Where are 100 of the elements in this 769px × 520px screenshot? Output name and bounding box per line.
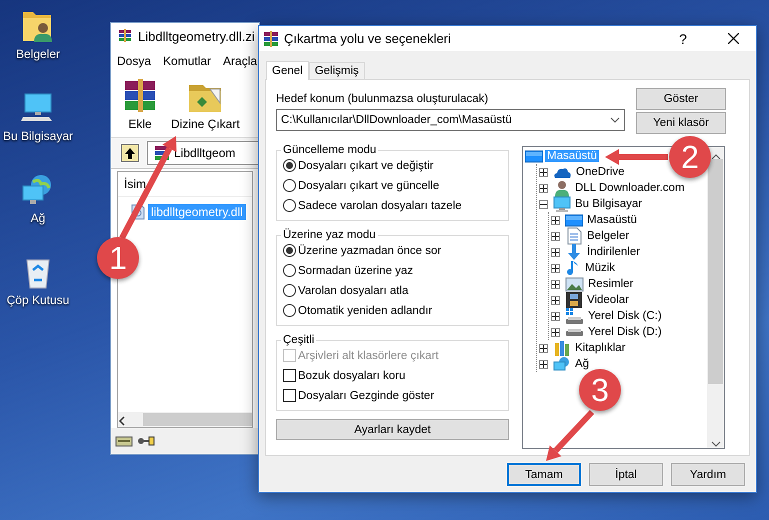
key-lock-icon xyxy=(137,434,155,448)
tree-item[interactable]: Müzik xyxy=(583,262,618,274)
checkbox-option[interactable]: Bozuk dosyaları koru xyxy=(283,367,502,384)
document-icon xyxy=(565,227,583,245)
film-icon xyxy=(565,291,583,309)
path-field[interactable]: Libdlltgeom xyxy=(147,141,259,165)
tree-item[interactable]: Ağ xyxy=(573,358,592,370)
expand-toggle[interactable] xyxy=(539,184,548,192)
tree-item[interactable]: Yerel Disk (C:) xyxy=(586,310,664,322)
up-arrow-icon xyxy=(124,146,136,160)
image-icon xyxy=(565,276,584,292)
plus-icon xyxy=(540,360,547,368)
archive-icon xyxy=(117,29,133,43)
scrollbar-thumb[interactable] xyxy=(143,413,252,426)
tab[interactable]: Gelişmiş xyxy=(308,62,365,79)
radio-option[interactable]: Dosyaları çıkart ve güncelle xyxy=(283,177,502,194)
desktop-icon-label[interactable]: Belgeler xyxy=(16,47,60,61)
close-icon xyxy=(728,33,738,44)
toolbar-button[interactable]: Dizine Çıkart xyxy=(171,79,240,137)
menu-item[interactable]: Komutlar xyxy=(163,54,212,68)
tree-item[interactable]: Yerel Disk (D:) xyxy=(586,326,664,338)
desktop-icon-label[interactable]: Çöp Kutusu xyxy=(6,293,70,307)
radio-option[interactable]: Varolan dosyaları atla xyxy=(283,282,502,299)
help-button[interactable]: ? xyxy=(661,26,705,51)
scrollbar-thumb[interactable] xyxy=(708,159,723,384)
expand-toggle[interactable] xyxy=(539,168,548,176)
dialog-button[interactable]: Tamam xyxy=(507,463,581,486)
drive-icon xyxy=(115,434,133,448)
plus-icon xyxy=(552,216,559,224)
plus-icon xyxy=(552,264,559,272)
plus-icon xyxy=(552,280,559,288)
checkbox[interactable] xyxy=(283,369,296,382)
archive-icon xyxy=(263,30,279,46)
tree-item[interactable]: Bu Bilgisayar xyxy=(573,198,644,210)
radio-option[interactable]: Dosyaları çıkart ve değiştir xyxy=(283,157,502,174)
tab[interactable]: Genel xyxy=(266,61,309,80)
side-button[interactable]: Yeni klasör xyxy=(636,112,726,134)
plus-icon xyxy=(540,168,547,176)
radio-option[interactable]: Üzerine yazmadan önce sor xyxy=(283,242,502,259)
callout-arrow xyxy=(605,149,668,165)
plus-icon xyxy=(552,312,559,320)
books-icon xyxy=(553,340,571,356)
field-label: Hedef konum (bulunmazsa oluşturulacak) xyxy=(276,93,490,105)
dialog-button[interactable]: Yardım xyxy=(671,463,745,486)
side-button[interactable]: Göster xyxy=(636,88,726,110)
expand-toggle[interactable] xyxy=(551,232,560,240)
user-icon xyxy=(553,180,571,196)
group-title: Üzerine yaz modu xyxy=(282,229,377,241)
radio-option[interactable]: Sormadan üzerine yaz xyxy=(283,262,502,279)
radio-option[interactable]: Otomatik yeniden adlandır xyxy=(283,302,502,319)
expand-toggle[interactable] xyxy=(551,264,560,272)
plus-icon xyxy=(540,184,547,192)
step-badge: 1 xyxy=(97,237,139,279)
radio-circle[interactable] xyxy=(283,159,296,172)
download-icon xyxy=(565,244,583,260)
tree-item[interactable]: İndirilenler xyxy=(585,246,642,258)
computer-icon xyxy=(553,196,571,212)
tree-item[interactable]: Masaüstü xyxy=(585,214,639,226)
collapse-toggle[interactable] xyxy=(539,200,548,208)
up-folder-button[interactable] xyxy=(121,144,139,162)
menu-item[interactable]: Araçla xyxy=(223,54,258,68)
radio-circle[interactable] xyxy=(283,244,296,257)
expand-toggle[interactable] xyxy=(551,248,560,256)
plus-icon xyxy=(540,344,547,352)
expand-toggle[interactable] xyxy=(551,216,560,224)
checkbox-option[interactable]: Dosyaları Gezginde göster xyxy=(283,387,502,404)
radio-option[interactable]: Sadece varolan dosyaları tazele xyxy=(283,197,502,214)
plus-icon xyxy=(552,296,559,304)
radio-circle[interactable] xyxy=(283,179,296,192)
expand-toggle[interactable] xyxy=(551,328,560,336)
dialog-button[interactable]: İptal xyxy=(589,463,663,486)
tree-item[interactable]: Kitaplıklar xyxy=(573,342,628,354)
expand-toggle[interactable] xyxy=(551,312,560,320)
drive-icon xyxy=(565,328,584,336)
desktop-icon-label[interactable]: Bu Bilgisayar xyxy=(2,129,74,143)
scroll-left-icon xyxy=(118,414,127,424)
radio-circle[interactable] xyxy=(283,284,296,297)
tree-item[interactable]: Videolar xyxy=(585,294,631,306)
radio-circle[interactable] xyxy=(283,304,296,317)
desktop-icon-label[interactable]: Ağ xyxy=(30,211,46,225)
plus-icon xyxy=(552,248,559,256)
menu-item[interactable]: Dosya xyxy=(117,54,152,68)
expand-toggle[interactable] xyxy=(539,344,548,352)
window-title: Çıkartma yolu ve seçenekleri xyxy=(284,31,452,46)
expand-toggle[interactable] xyxy=(551,296,560,304)
tree-item[interactable]: Belgeler xyxy=(585,230,632,242)
radio-circle[interactable] xyxy=(283,199,296,212)
desktop-icon xyxy=(525,149,543,163)
tree-item[interactable]: OneDrive xyxy=(574,166,627,178)
column-header[interactable]: İsim xyxy=(124,177,146,191)
radio-circle[interactable] xyxy=(283,264,296,277)
tree-item[interactable]: Resimler xyxy=(586,278,636,290)
plus-icon xyxy=(552,328,559,336)
expand-toggle[interactable] xyxy=(539,360,548,368)
checkbox[interactable] xyxy=(283,389,296,402)
toolbar-button[interactable]: Ekle xyxy=(121,79,159,137)
destination-combo[interactable]: C:\Kullanıcılar\DllDownloader_com\Masaüstü xyxy=(276,109,625,131)
expand-toggle[interactable] xyxy=(551,280,560,288)
save-settings-button[interactable]: Ayarları kaydet xyxy=(276,419,509,440)
tree-item[interactable]: DLL Downloader.com xyxy=(573,182,687,194)
